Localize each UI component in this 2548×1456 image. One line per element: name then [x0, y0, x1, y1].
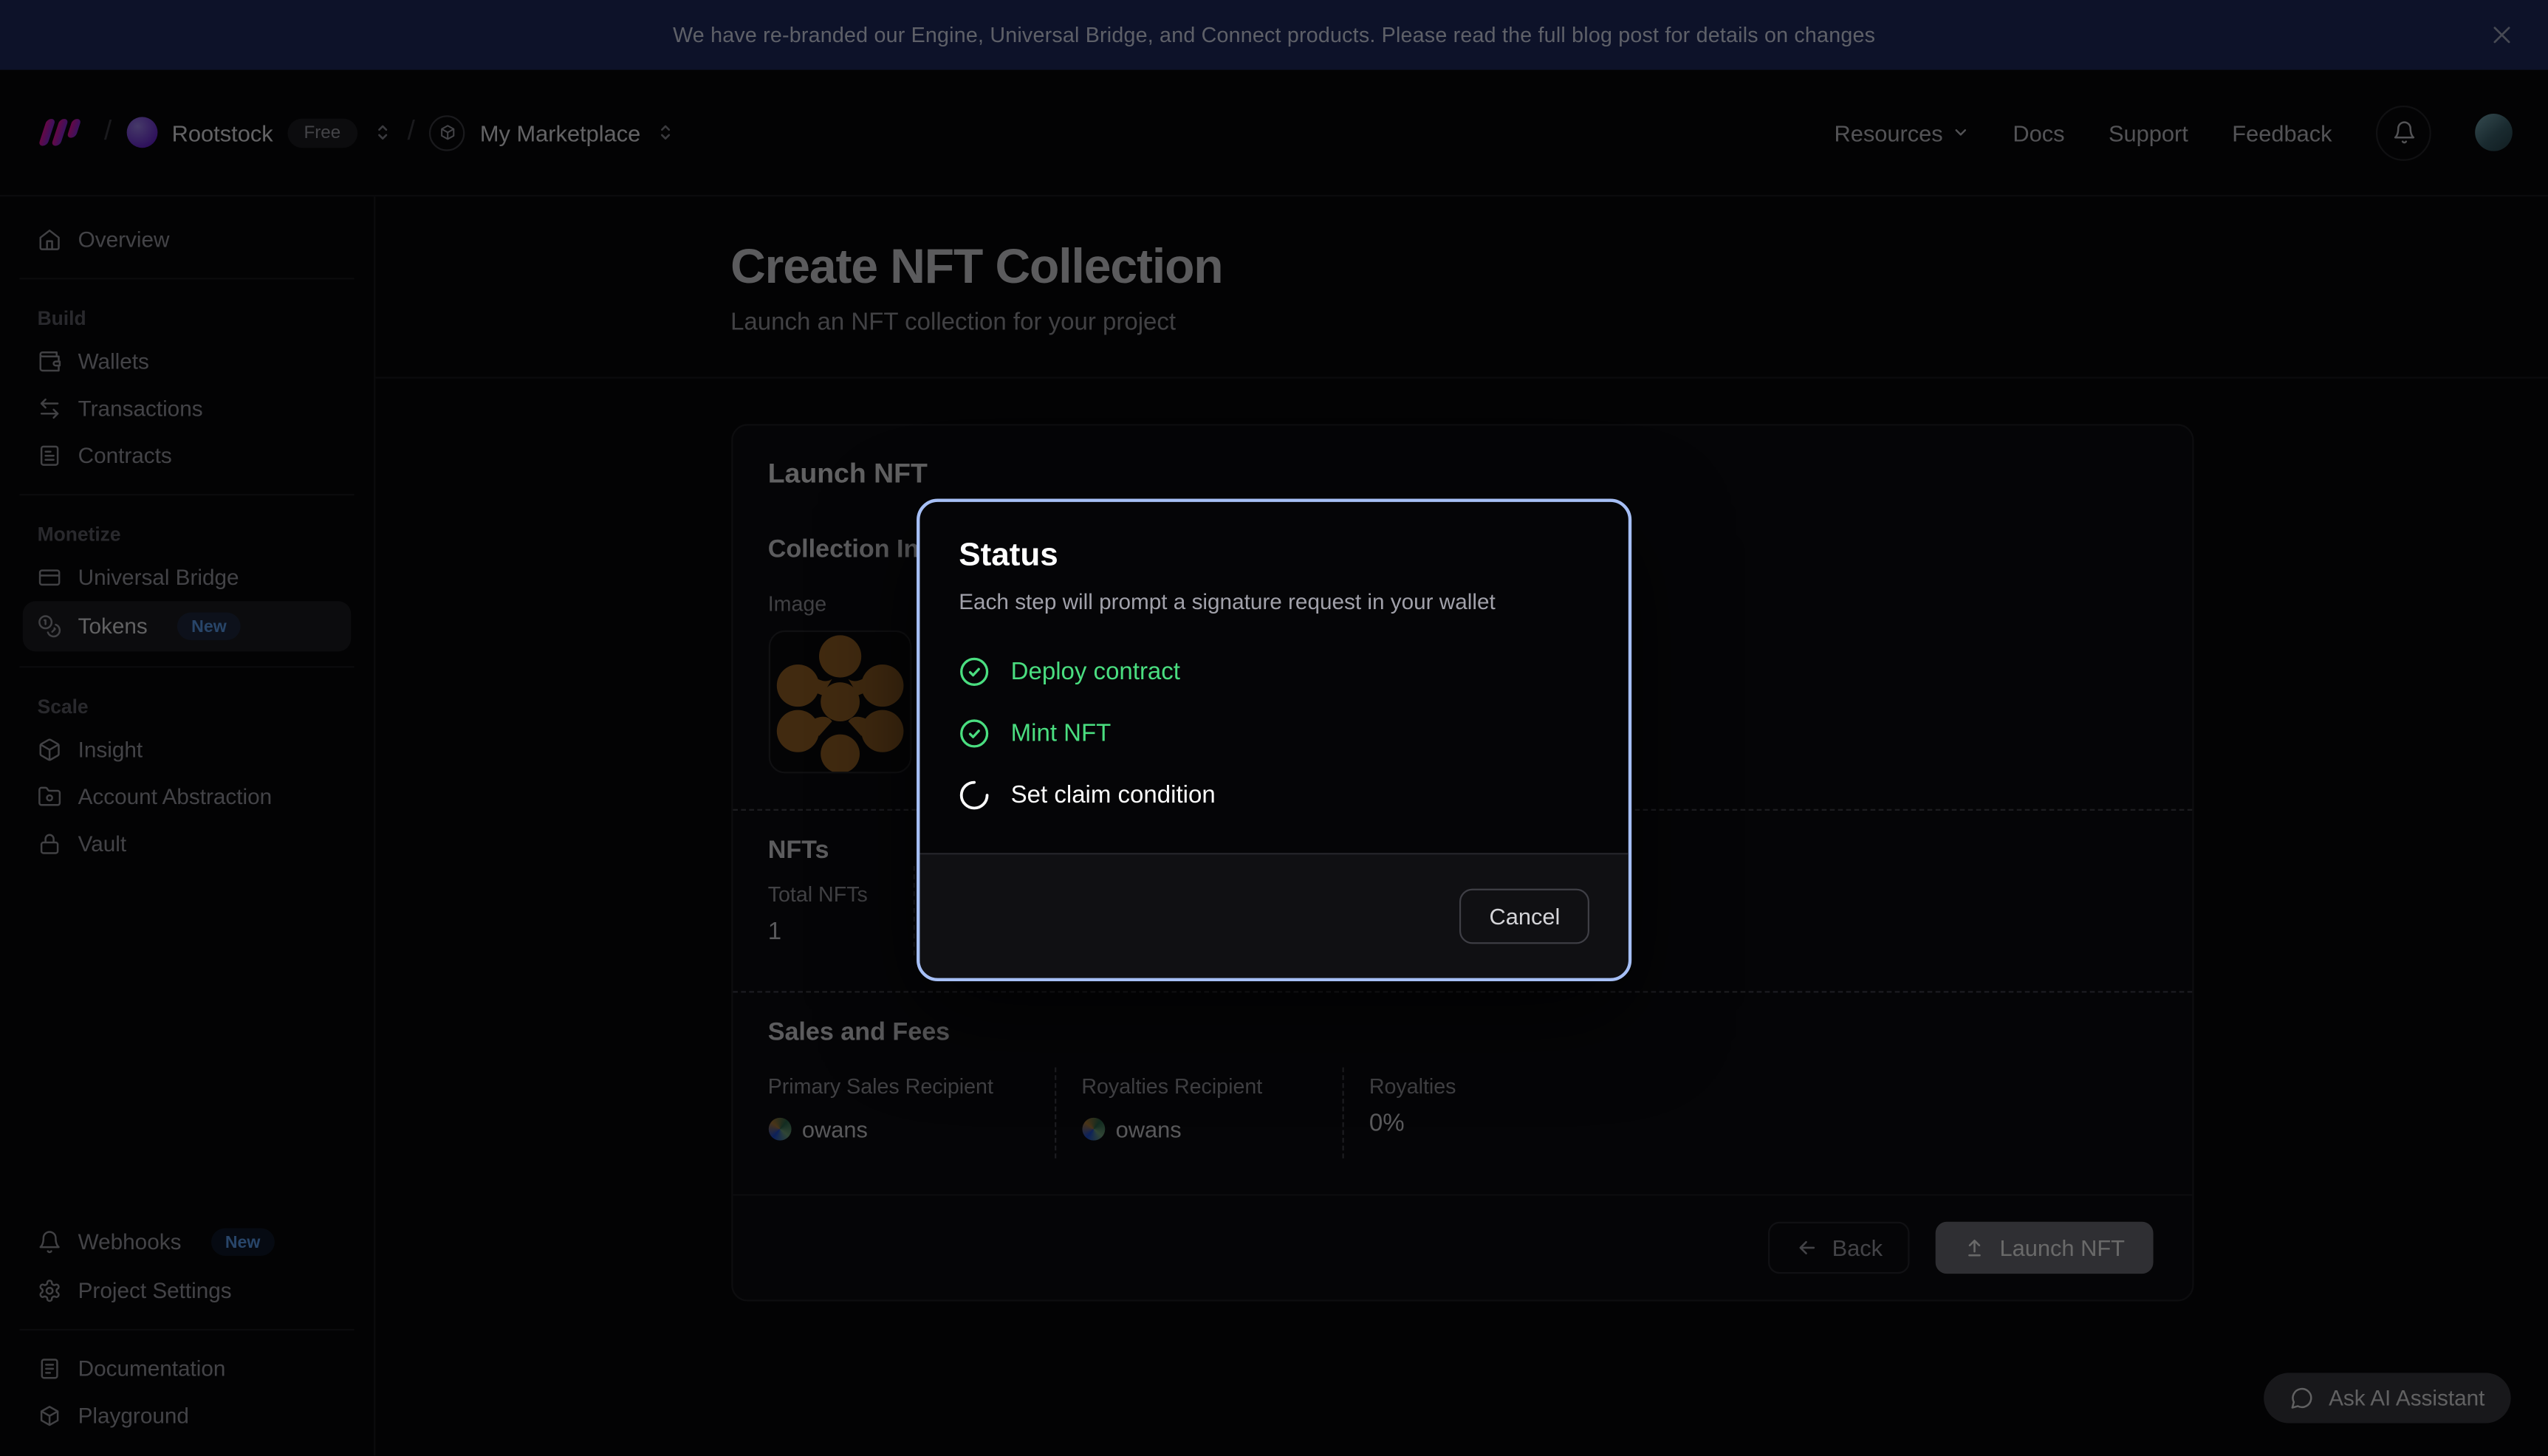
status-steps: Deploy contract Mint NFT Set claim condi…: [959, 656, 1589, 811]
cancel-button[interactable]: Cancel: [1460, 889, 1589, 944]
app-window: We have re-branded our Engine, Universal…: [0, 0, 2548, 1456]
step-label: Deploy contract: [1011, 658, 1180, 685]
step-mint-nft: Mint NFT: [959, 718, 1589, 749]
check-circle-icon: [959, 718, 990, 749]
step-set-claim-condition: Set claim condition: [959, 780, 1589, 811]
status-modal: Status Each step will prompt a signature…: [917, 499, 1631, 982]
modal-title: Status: [959, 538, 1589, 575]
screen: We have re-branded our Engine, Universal…: [0, 0, 2548, 1456]
check-circle-icon: [959, 656, 990, 687]
spinner-icon: [959, 780, 990, 811]
modal-subtitle: Each step will prompt a signature reques…: [959, 590, 1589, 614]
step-label: Set claim condition: [1011, 781, 1216, 808]
step-deploy-contract: Deploy contract: [959, 656, 1589, 687]
step-label: Mint NFT: [1011, 720, 1112, 747]
modal-footer: Cancel: [919, 853, 1628, 978]
